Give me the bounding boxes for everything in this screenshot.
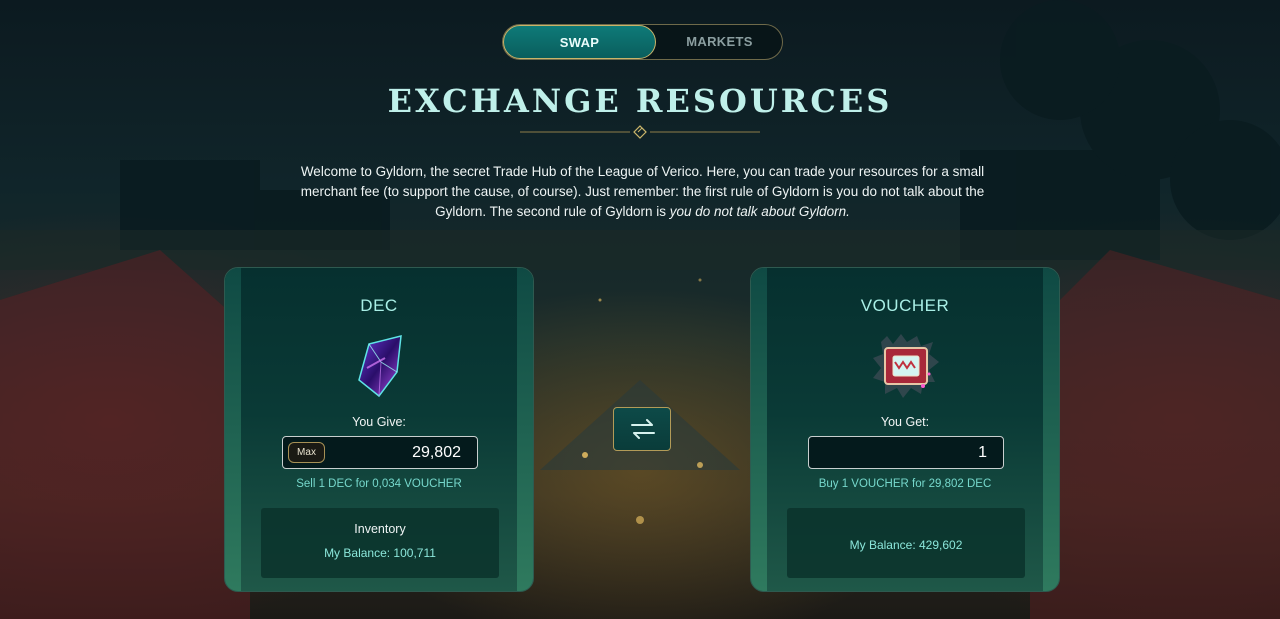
you-give-label: You Give:: [352, 415, 406, 429]
give-balance: My Balance: 100,711: [324, 546, 436, 560]
intro-text: Welcome to Gyldorn, the secret Trade Hub…: [300, 162, 985, 222]
title-divider-ornament: [520, 125, 760, 139]
get-resource-name: VOUCHER: [860, 296, 950, 315]
give-rate-text: Sell 1 DEC for 0,034 VOUCHER: [296, 478, 462, 490]
swap-arrows-icon: [631, 419, 655, 439]
swap-direction-button[interactable]: [613, 407, 671, 451]
give-amount-field: Max: [282, 436, 478, 469]
get-card: VOUCHER You Get: Buy 1 VOUCHER for 29,80…: [750, 267, 1060, 592]
get-rate-text: Buy 1 VOUCHER for 29,802 DEC: [818, 478, 992, 490]
tab-swap[interactable]: SWAP: [503, 25, 656, 59]
dec-crystal-icon: [358, 335, 402, 398]
view-toggle: SWAP MARKETS: [502, 24, 783, 60]
voucher-ticket-icon: [873, 334, 939, 398]
give-resource-name: DEC: [360, 296, 398, 315]
max-button[interactable]: Max: [288, 442, 325, 463]
get-balance: My Balance: 429,602: [849, 538, 963, 552]
give-card: DEC You Give: Max Sell 1 DEC for 0,034 V…: [224, 267, 534, 592]
page-title: EXCHANGE RESOURCES: [387, 82, 893, 120]
intro-italic: you do not talk about Gyldorn.: [669, 204, 850, 219]
you-get-label: You Get:: [880, 415, 930, 429]
intro-main: Welcome to Gyldorn, the secret Trade Hub…: [300, 164, 985, 219]
get-amount-field: [808, 436, 1004, 469]
give-amount-input[interactable]: [321, 437, 461, 468]
get-amount-input[interactable]: [847, 437, 987, 468]
give-inventory-box: Inventory My Balance: 100,711: [261, 508, 499, 578]
inventory-title: Inventory: [354, 522, 406, 536]
tab-markets[interactable]: MARKETS: [656, 25, 783, 59]
get-balance-box: My Balance: 429,602: [787, 508, 1025, 578]
